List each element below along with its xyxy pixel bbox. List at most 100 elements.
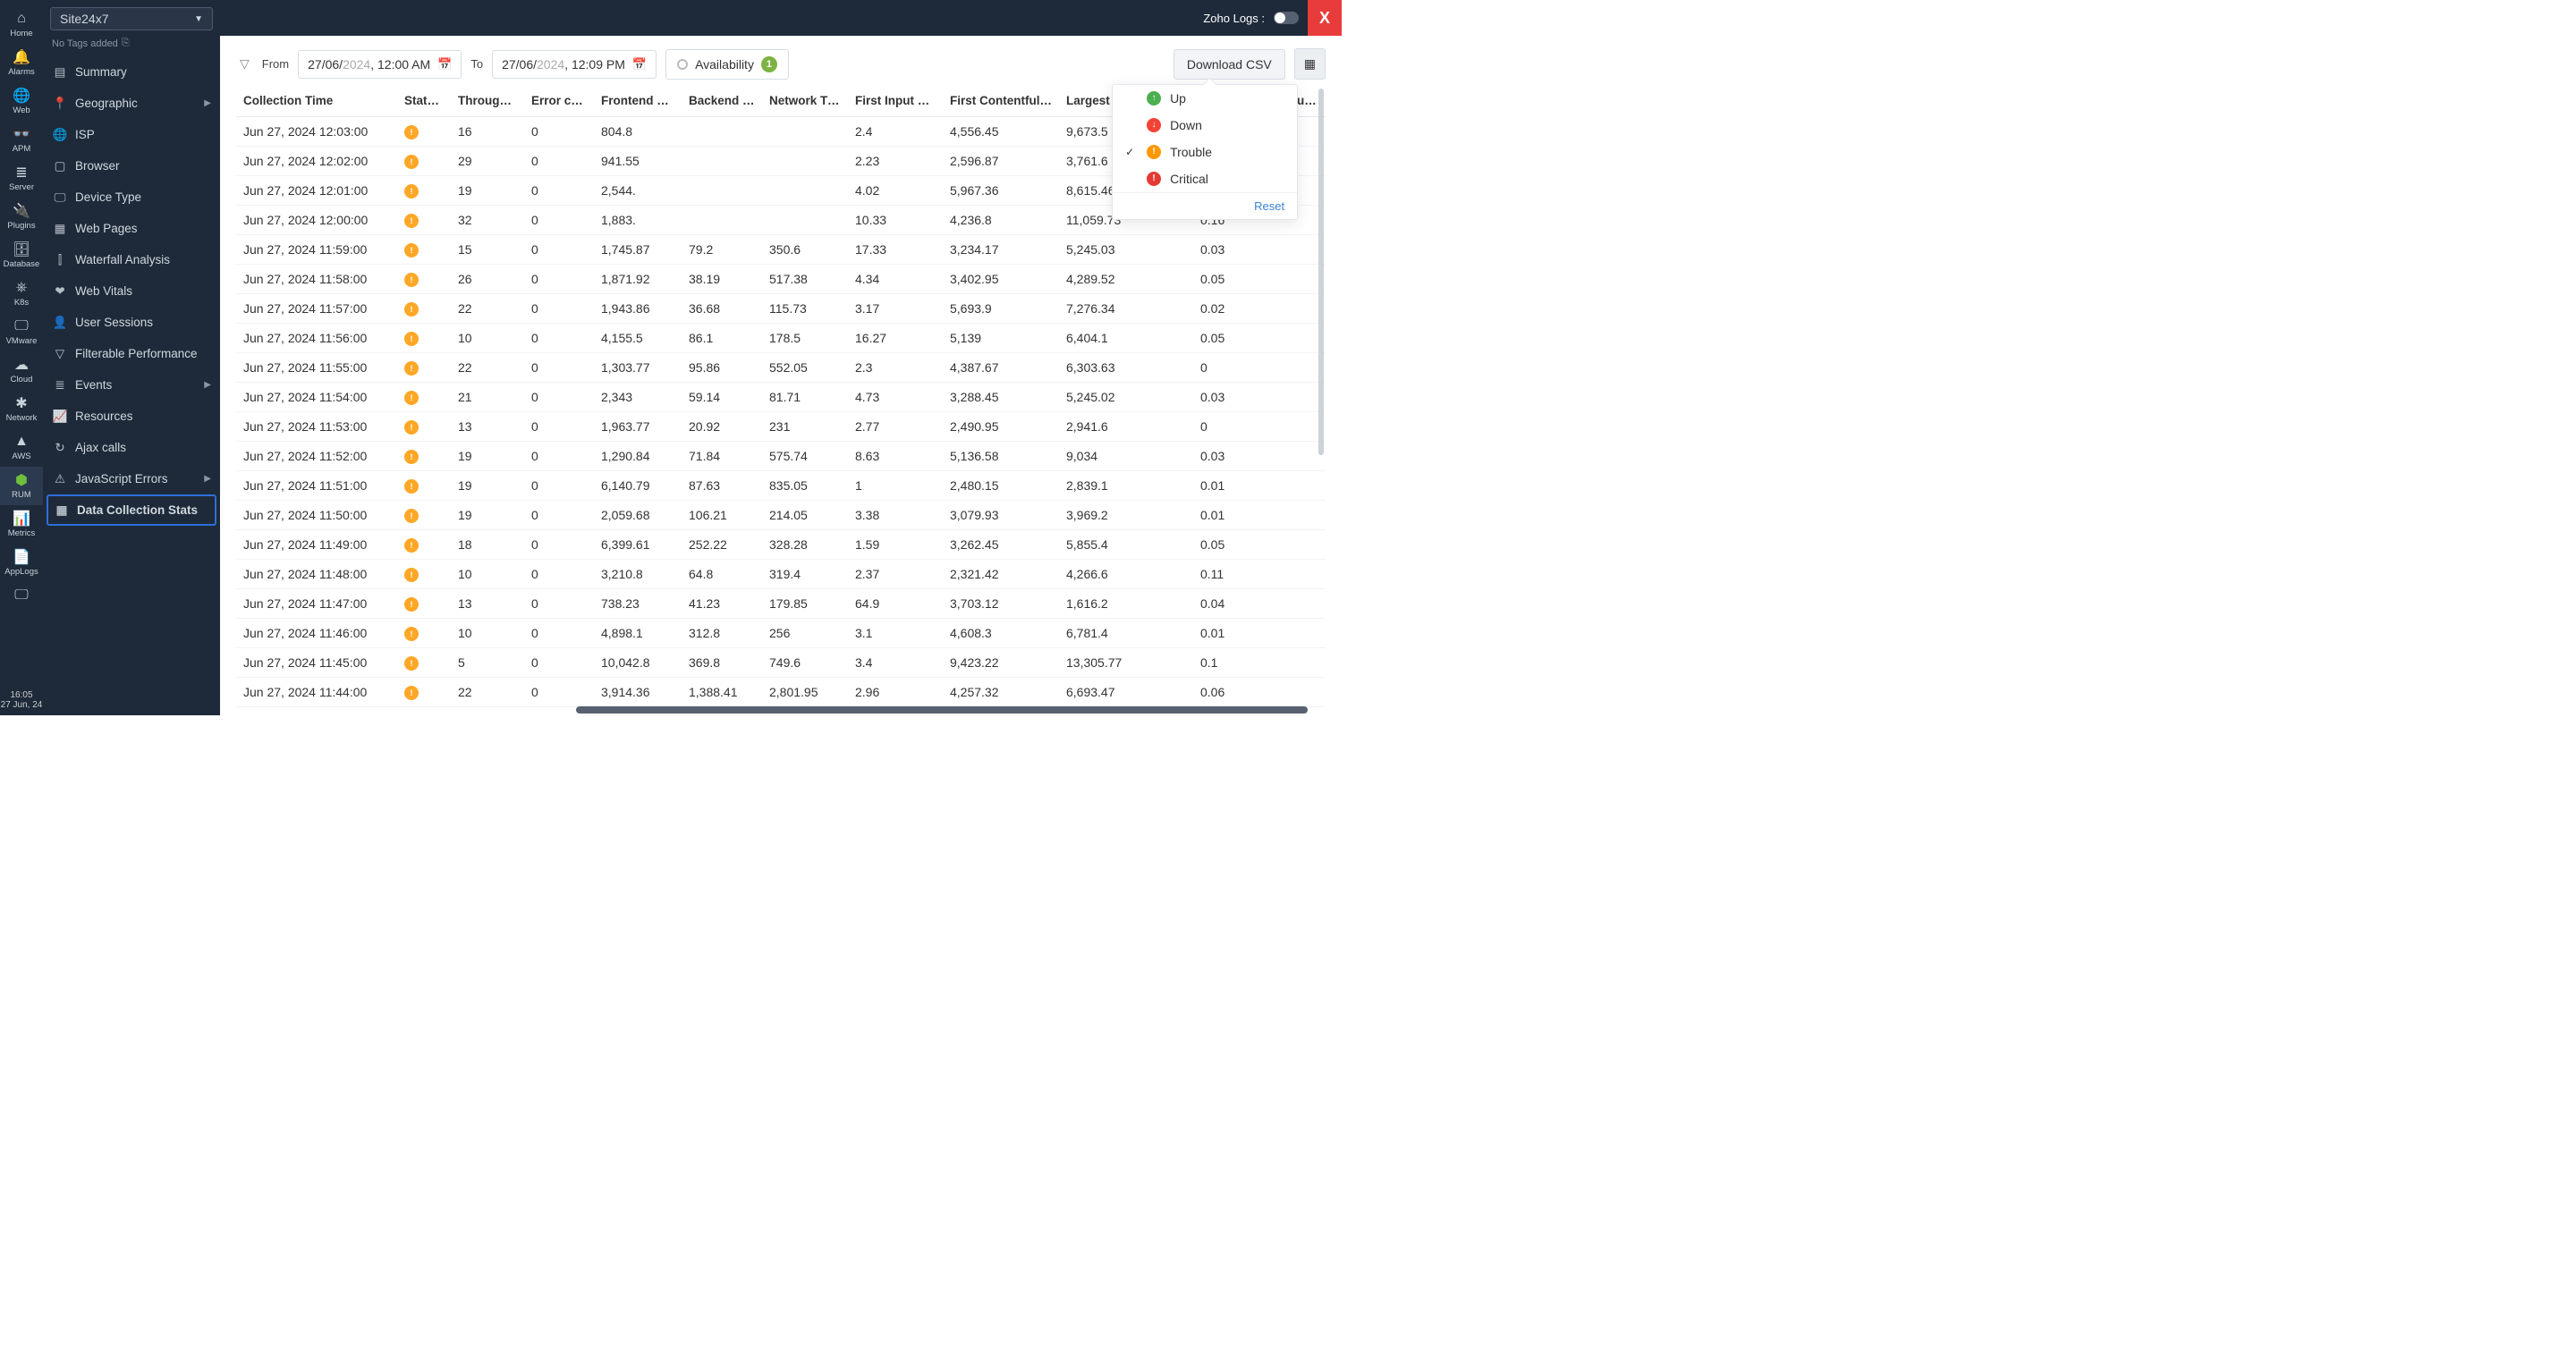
dd-up[interactable]: ↑Up	[1113, 85, 1297, 112]
nav-data-collection-stats[interactable]: ▦Data Collection Stats	[47, 494, 216, 526]
rail-vmware[interactable]: 🖵VMware	[0, 313, 43, 351]
cell: 95.86	[682, 353, 762, 383]
cell: !	[397, 412, 451, 442]
cell: 0	[524, 353, 594, 383]
chevron-right-icon: ▶	[204, 474, 211, 484]
rail-network[interactable]: ✱Network	[0, 390, 43, 428]
rail-web[interactable]: 🌐Web	[0, 82, 43, 121]
nav-resources[interactable]: 📈Resources	[43, 401, 220, 432]
icon-rail: ⌂Home🔔Alarms🌐Web👓APM≣Server🔌Plugins🗄Data…	[0, 0, 43, 715]
rail-[interactable]: 🖵	[0, 582, 43, 611]
tag-icon[interactable]: ⎘	[122, 38, 130, 49]
table-row: Jun 27, 2024 11:55:00!2201,303.7795.8655…	[236, 353, 1326, 383]
nav-geographic[interactable]: 📍Geographic▶	[43, 88, 220, 119]
rail-aws[interactable]: ▲AWS	[0, 428, 43, 467]
nav-filterable-performance[interactable]: ▽Filterable Performance	[43, 338, 220, 369]
cell: 5,693.9	[943, 294, 1059, 324]
cell: 3,234.17	[943, 235, 1059, 265]
nav-browser[interactable]: ▢Browser	[43, 150, 220, 182]
nav-list: ▤Summary📍Geographic▶🌐ISP▢Browser🖵Device …	[43, 56, 220, 715]
main: Zoho Logs : X ▽ From 27/06/2024, 12:00 A…	[220, 0, 1342, 715]
plug-icon: 🔌	[13, 203, 30, 219]
cell: 81.71	[762, 383, 848, 412]
vertical-scrollbar[interactable]	[1318, 89, 1324, 455]
cell: 20.92	[682, 412, 762, 442]
nav-user-sessions[interactable]: 👤User Sessions	[43, 307, 220, 338]
nav-isp[interactable]: 🌐ISP	[43, 119, 220, 150]
cell: 2.4	[848, 117, 943, 147]
cell: 1,943.86	[594, 294, 682, 324]
col-header[interactable]: Backend Time	[682, 89, 762, 117]
nav-web-vitals[interactable]: ❤Web Vitals	[43, 275, 220, 307]
cell: 4.02	[848, 176, 943, 206]
col-header[interactable]: First Input Delay	[848, 89, 943, 117]
nav-javascript-errors[interactable]: ⚠JavaScript Errors▶	[43, 463, 220, 494]
col-header[interactable]: Throughput	[451, 89, 524, 117]
from-date-input[interactable]: 27/06/2024, 12:00 AM 📅	[298, 50, 462, 79]
cell: 41.23	[682, 589, 762, 619]
bell-icon: 🔔	[13, 49, 30, 65]
col-header[interactable]: Error count	[524, 89, 594, 117]
availability-filter[interactable]: Availability 1 ↑Up↓Down✓!Trouble!Critica…	[665, 49, 789, 80]
horizontal-scrollbar[interactable]	[576, 706, 1308, 714]
rail-applogs[interactable]: 📄AppLogs	[0, 544, 43, 582]
dd-down[interactable]: ↓Down	[1113, 112, 1297, 139]
nav-web-pages[interactable]: ▦Web Pages	[43, 213, 220, 244]
trouble-status-icon: !	[404, 243, 419, 258]
cell: 1,388.41	[682, 678, 762, 707]
rail-database[interactable]: 🗄Database	[0, 236, 43, 274]
nav-ajax-calls[interactable]: ↻Ajax calls	[43, 432, 220, 463]
columns-button[interactable]: ▦	[1294, 48, 1326, 80]
rail-rum[interactable]: ⬢RUM	[0, 467, 43, 505]
grid-icon: ▦	[55, 504, 68, 517]
col-header[interactable]: Network Time	[762, 89, 848, 117]
nav-device-type[interactable]: 🖵Device Type	[43, 182, 220, 213]
col-header[interactable]: Collection Time	[236, 89, 397, 117]
to-date-input[interactable]: 27/06/2024, 12:09 PM 📅	[492, 50, 657, 79]
cell: !	[397, 442, 451, 471]
cell: 3.4	[848, 648, 943, 678]
col-header[interactable]: Status	[397, 89, 451, 117]
nav-summary[interactable]: ▤Summary	[43, 56, 220, 88]
rail-metrics[interactable]: 📊Metrics	[0, 505, 43, 544]
filter-icon[interactable]: ▽	[236, 56, 253, 72]
cell	[682, 117, 762, 147]
cell: 0	[524, 324, 594, 353]
rail-plugins[interactable]: 🔌Plugins	[0, 198, 43, 236]
cell: Jun 27, 2024 11:58:00	[236, 265, 397, 294]
nav-waterfall-analysis[interactable]: ⫿Waterfall Analysis	[43, 244, 220, 275]
rail-apm[interactable]: 👓APM	[0, 121, 43, 159]
nav-events[interactable]: ≣Events▶	[43, 369, 220, 401]
rail-alarms[interactable]: 🔔Alarms	[0, 44, 43, 82]
cell: 369.8	[682, 648, 762, 678]
cell: 18	[451, 530, 524, 560]
trouble-status-icon: !	[404, 214, 419, 228]
cell	[762, 206, 848, 235]
cell: 1,883.	[594, 206, 682, 235]
dd-trouble[interactable]: ✓!Trouble	[1113, 139, 1297, 165]
rail-k8s[interactable]: ⎈K8s	[0, 274, 43, 313]
cell: 256	[762, 619, 848, 648]
cell: 4,898.1	[594, 619, 682, 648]
rail-cloud[interactable]: ☁Cloud	[0, 351, 43, 390]
dd-critical[interactable]: !Critical	[1113, 165, 1297, 192]
cell: Jun 27, 2024 11:49:00	[236, 530, 397, 560]
cell: !	[397, 678, 451, 707]
download-csv-button[interactable]: Download CSV	[1174, 49, 1285, 80]
rail-home[interactable]: ⌂Home	[0, 5, 43, 44]
zoho-logs-toggle[interactable]	[1274, 12, 1299, 24]
cell: 2.77	[848, 412, 943, 442]
rail-server[interactable]: ≣Server	[0, 159, 43, 198]
cell: 231	[762, 412, 848, 442]
metrics-icon: 📊	[13, 511, 30, 527]
site-picker[interactable]: Site24x7 ▼	[50, 7, 213, 30]
cell: 517.38	[762, 265, 848, 294]
cell: 3.1	[848, 619, 943, 648]
critical-status-icon: !	[1147, 172, 1161, 186]
cell: 59.14	[682, 383, 762, 412]
close-button[interactable]: X	[1308, 0, 1342, 36]
col-header[interactable]: Frontend Time	[594, 89, 682, 117]
cell: 1,963.77	[594, 412, 682, 442]
col-header[interactable]: First Contentful Paint	[943, 89, 1059, 117]
dd-reset[interactable]: Reset	[1113, 192, 1297, 219]
